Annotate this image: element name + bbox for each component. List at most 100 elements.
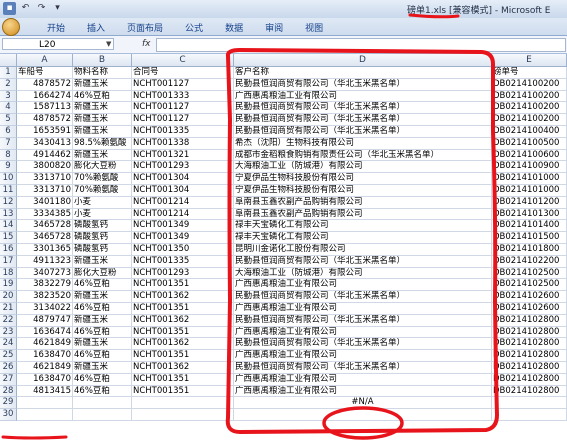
cell[interactable]: 成都市金稻粮食购销有限责任公司（华北玉米黑名单） — [234, 149, 492, 162]
cell[interactable]: 民勤县恒润商贸有限公司（华北玉米黑名单） — [234, 362, 492, 374]
cell[interactable]: 新疆玉米 — [73, 362, 132, 374]
cell[interactable]: 膨化大豆粉 — [73, 267, 132, 280]
customize-toolbar-icon[interactable]: ▾ — [51, 2, 64, 15]
cell[interactable]: 1653591 — [17, 126, 73, 138]
cell[interactable]: NCHT001214 — [132, 196, 234, 209]
cell[interactable] — [234, 409, 492, 421]
cell[interactable]: NCHT001321 — [132, 149, 234, 162]
cell[interactable]: NCHT001350 — [132, 244, 234, 256]
row-header[interactable]: 23 — [0, 326, 17, 339]
cell[interactable]: DB0214101000 — [492, 173, 567, 185]
cell[interactable]: #N/A — [234, 397, 492, 410]
row-header[interactable]: 24 — [0, 338, 17, 351]
row-header[interactable]: 3 — [0, 90, 17, 103]
cell[interactable]: 46%豆粕 — [73, 373, 132, 386]
ribbon-tab[interactable]: 插入 — [76, 21, 116, 34]
cell[interactable] — [73, 397, 132, 410]
row-header[interactable]: 29 — [0, 397, 17, 410]
row-header[interactable]: 9 — [0, 161, 17, 174]
cell[interactable]: 广西惠禹粮油工业有限公司 — [234, 303, 492, 315]
row-header[interactable]: 18 — [0, 267, 17, 280]
cell[interactable]: 3313710 — [17, 173, 73, 185]
cell[interactable]: 3407273 — [17, 267, 73, 280]
cell[interactable]: 4621849 — [17, 362, 73, 374]
cell[interactable]: DB0214101500 — [492, 232, 567, 244]
column-header[interactable]: C — [132, 54, 234, 67]
cell[interactable]: 新疆玉米 — [73, 126, 132, 138]
cell[interactable]: NCHT001362 — [132, 291, 234, 303]
cell[interactable]: 46%豆粕 — [73, 326, 132, 339]
row-header[interactable]: 8 — [0, 149, 17, 162]
cell[interactable]: NCHT001362 — [132, 338, 234, 351]
cell[interactable]: 1664274 — [17, 90, 73, 103]
row-header[interactable]: 25 — [0, 350, 17, 362]
row-header[interactable]: 26 — [0, 362, 17, 374]
cell[interactable] — [492, 397, 567, 410]
cell[interactable]: 3313710 — [17, 185, 73, 197]
cell[interactable]: 磷酸氢钙 — [73, 220, 132, 233]
cell[interactable]: DB0214100200 — [492, 78, 567, 91]
cell[interactable]: DB0214102600 — [492, 303, 567, 315]
cell[interactable]: 大海粮油工业（防城港）有限公司 — [234, 161, 492, 174]
cell[interactable]: 70%赖氨酸 — [73, 173, 132, 185]
cell[interactable]: 阜南县玉鑫农副产品购销有限公司 — [234, 196, 492, 209]
cell[interactable]: DB0214102800 — [492, 385, 567, 398]
cell[interactable] — [17, 409, 73, 421]
cell[interactable]: 小麦 — [73, 196, 132, 209]
cell[interactable]: DB0214100900 — [492, 161, 567, 174]
cell[interactable]: 3430413 — [17, 137, 73, 150]
row-header[interactable]: 22 — [0, 314, 17, 327]
cell[interactable]: 民勤县恒润商贸有限公司（华北玉米黑名单） — [234, 338, 492, 351]
cell[interactable]: NCHT001127 — [132, 78, 234, 91]
cell[interactable]: 磅单号 — [492, 67, 567, 79]
cell[interactable]: 民勤县恒润商贸有限公司（华北玉米黑名单） — [234, 291, 492, 303]
cell[interactable]: 1587113 — [17, 102, 73, 115]
cell[interactable]: NCHT001349 — [132, 220, 234, 233]
row-header[interactable]: 17 — [0, 255, 17, 268]
name-box[interactable]: L20 — [2, 38, 114, 50]
cell[interactable]: NCHT001351 — [132, 326, 234, 339]
cell[interactable] — [17, 397, 73, 410]
cell[interactable]: NCHT001293 — [132, 267, 234, 280]
cell[interactable]: DB0214102500 — [492, 279, 567, 292]
cell[interactable]: 4813415 — [17, 385, 73, 398]
row-header[interactable]: 19 — [0, 279, 17, 292]
row-header[interactable]: 13 — [0, 208, 17, 221]
cell[interactable]: 大海粮油工业（防城港）有限公司 — [234, 267, 492, 280]
cell[interactable]: DB0214102500 — [492, 267, 567, 280]
redo-icon[interactable]: ↷ — [35, 2, 48, 15]
cell[interactable]: 46%豆粕 — [73, 385, 132, 398]
row-header[interactable]: 7 — [0, 137, 17, 150]
cell[interactable]: 客户名称 — [234, 67, 492, 79]
cell[interactable]: NCHT001304 — [132, 185, 234, 197]
cell[interactable]: 3800820 — [17, 161, 73, 174]
cell[interactable]: 禄丰天宝磷化工有限公司 — [234, 232, 492, 244]
select-all-corner[interactable] — [0, 54, 17, 67]
cell[interactable]: NCHT001293 — [132, 161, 234, 174]
cell[interactable]: 3832279 — [17, 279, 73, 292]
formula-input[interactable] — [156, 38, 566, 52]
cell[interactable]: NCHT001351 — [132, 303, 234, 315]
cell[interactable]: NCHT001127 — [132, 114, 234, 126]
cell[interactable] — [73, 409, 132, 421]
cell[interactable]: 新疆玉米 — [73, 78, 132, 91]
cell[interactable]: NCHT001214 — [132, 208, 234, 221]
cell[interactable]: 4878572 — [17, 78, 73, 91]
cell[interactable]: 4878572 — [17, 114, 73, 126]
cell[interactable]: 3823520 — [17, 291, 73, 303]
cell[interactable] — [132, 409, 234, 421]
cell[interactable]: 46%豆粕 — [73, 90, 132, 103]
cell[interactable]: NCHT001362 — [132, 314, 234, 327]
cell[interactable]: 3465728 — [17, 220, 73, 233]
cell[interactable]: NCHT001304 — [132, 173, 234, 185]
ribbon-tab[interactable]: 页面布局 — [116, 21, 174, 34]
cell[interactable]: 民勤县恒润商贸有限公司（华北玉米黑名单） — [234, 314, 492, 327]
cell[interactable]: DB0214100200 — [492, 114, 567, 126]
cell[interactable]: 磷酸氢钙 — [73, 232, 132, 244]
cell[interactable]: 广西惠禹粮油工业有限公司 — [234, 90, 492, 103]
cell[interactable]: 车船号 — [17, 67, 73, 79]
row-header[interactable]: 30 — [0, 409, 17, 421]
row-header[interactable]: 10 — [0, 173, 17, 185]
cell[interactable]: DB0214102800 — [492, 373, 567, 386]
cell[interactable]: DB0214100400 — [492, 126, 567, 138]
